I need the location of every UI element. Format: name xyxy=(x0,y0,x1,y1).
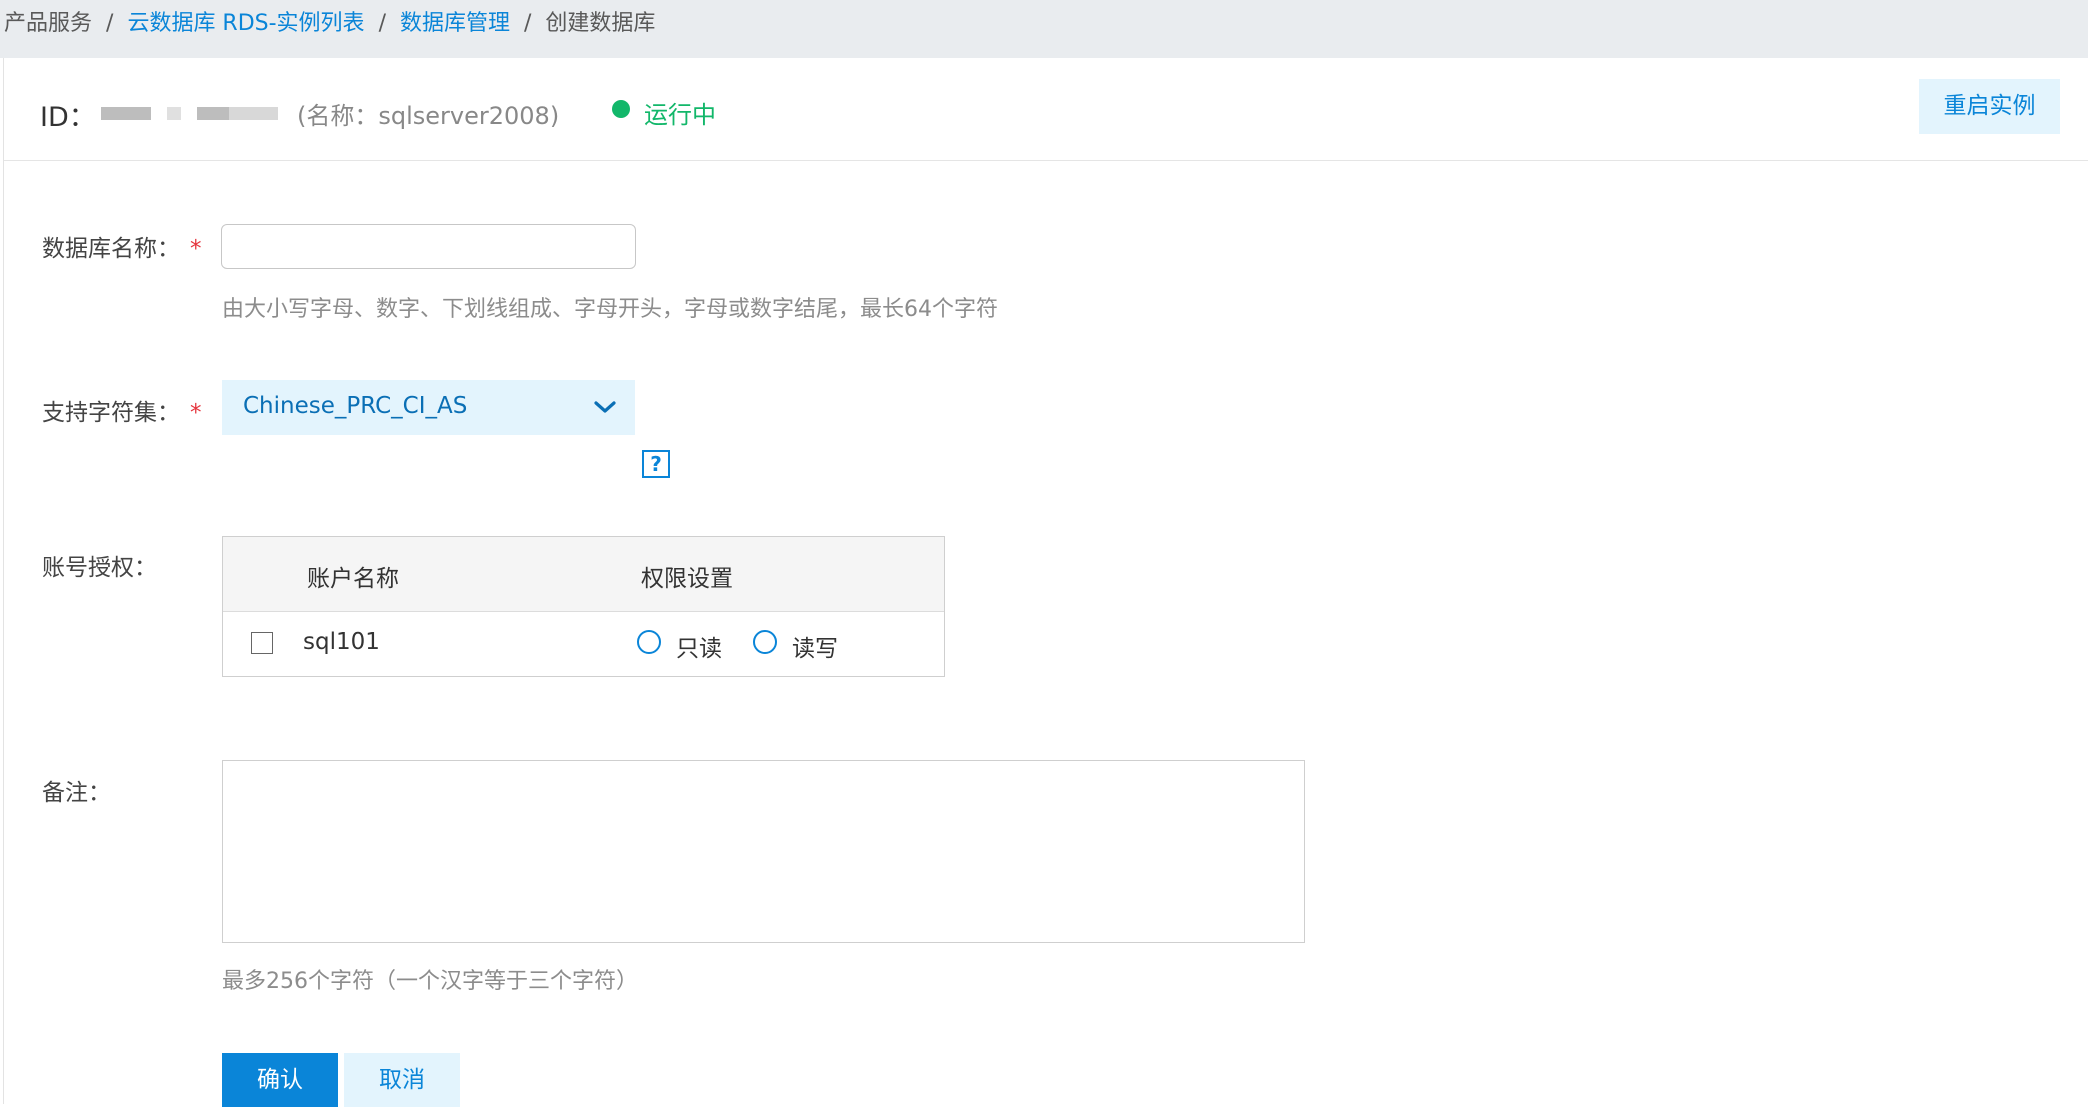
charset-label: 支持字符集： * xyxy=(42,393,202,427)
breadcrumb-link-db-management[interactable]: 数据库管理 xyxy=(400,11,510,36)
main-panel: ID： (名称：sqlserver2008) 运行中 重启实例 数据库名称： * … xyxy=(3,58,2088,1107)
redacted-id-block xyxy=(101,107,151,120)
db-name-label-text: 数据库名称： xyxy=(42,236,180,262)
breadcrumb-separator: / xyxy=(106,11,114,36)
required-mark: * xyxy=(190,236,202,262)
breadcrumb-item-create-db: 创建数据库 xyxy=(545,11,656,36)
account-checkbox[interactable] xyxy=(251,632,273,654)
breadcrumb-link-rds-instances[interactable]: 云数据库 RDS-实例列表 xyxy=(127,11,364,36)
table-row: sql101 只读 读写 xyxy=(223,612,944,676)
charset-label-text: 支持字符集： xyxy=(42,400,180,426)
account-name: sql101 xyxy=(303,629,380,655)
charset-select[interactable]: Chinese_PRC_CI_AS xyxy=(222,380,635,435)
help-icon[interactable]: ? xyxy=(642,450,670,478)
account-auth-label: 账号授权： xyxy=(42,555,157,581)
radio-read-write[interactable] xyxy=(753,630,777,654)
top-bar: 产品服务 / 云数据库 RDS-实例列表 / 数据库管理 / 创建数据库 xyxy=(0,0,2088,58)
cancel-button[interactable]: 取消 xyxy=(344,1053,460,1107)
redacted-id-block xyxy=(229,107,278,120)
confirm-button[interactable]: 确认 xyxy=(222,1053,338,1107)
remark-textarea[interactable] xyxy=(222,760,1305,943)
db-name-label: 数据库名称： * xyxy=(42,229,202,263)
column-header-account-name: 账户名称 xyxy=(307,566,399,592)
column-header-permission: 权限设置 xyxy=(641,566,733,592)
status-dot-icon xyxy=(612,100,630,118)
instance-id-label: ID： xyxy=(40,102,96,133)
radio-read-only[interactable] xyxy=(637,630,661,654)
restart-instance-button[interactable]: 重启实例 xyxy=(1919,79,2060,134)
db-name-hint: 由大小写字母、数字、下划线组成、字母开头，字母或数字结尾，最长64个字符 xyxy=(222,297,998,322)
required-mark: * xyxy=(190,400,202,426)
account-table: 账户名称 权限设置 sql101 只读 读写 xyxy=(222,536,945,677)
remark-hint: 最多256个字符（一个汉字等于三个字符） xyxy=(222,969,638,994)
instance-alias: (名称：sqlserver2008) xyxy=(297,102,560,130)
redacted-id-block xyxy=(167,107,181,120)
db-name-input[interactable] xyxy=(221,224,636,269)
table-header: 账户名称 权限设置 xyxy=(223,537,944,612)
redacted-id-block xyxy=(197,107,229,120)
breadcrumb: 产品服务 / 云数据库 RDS-实例列表 / 数据库管理 / 创建数据库 xyxy=(4,9,655,39)
charset-selected-value: Chinese_PRC_CI_AS xyxy=(243,393,468,419)
instance-status: 运行中 xyxy=(644,101,716,129)
instance-header: ID： (名称：sqlserver2008) 运行中 重启实例 xyxy=(4,58,2088,161)
radio-read-only-label: 只读 xyxy=(676,636,722,662)
breadcrumb-separator: / xyxy=(524,11,532,36)
breadcrumb-separator: / xyxy=(378,11,386,36)
remark-label: 备注： xyxy=(42,780,111,806)
breadcrumb-item-product-services: 产品服务 xyxy=(4,11,93,36)
radio-read-write-label: 读写 xyxy=(792,636,838,662)
chevron-down-icon xyxy=(594,401,616,413)
